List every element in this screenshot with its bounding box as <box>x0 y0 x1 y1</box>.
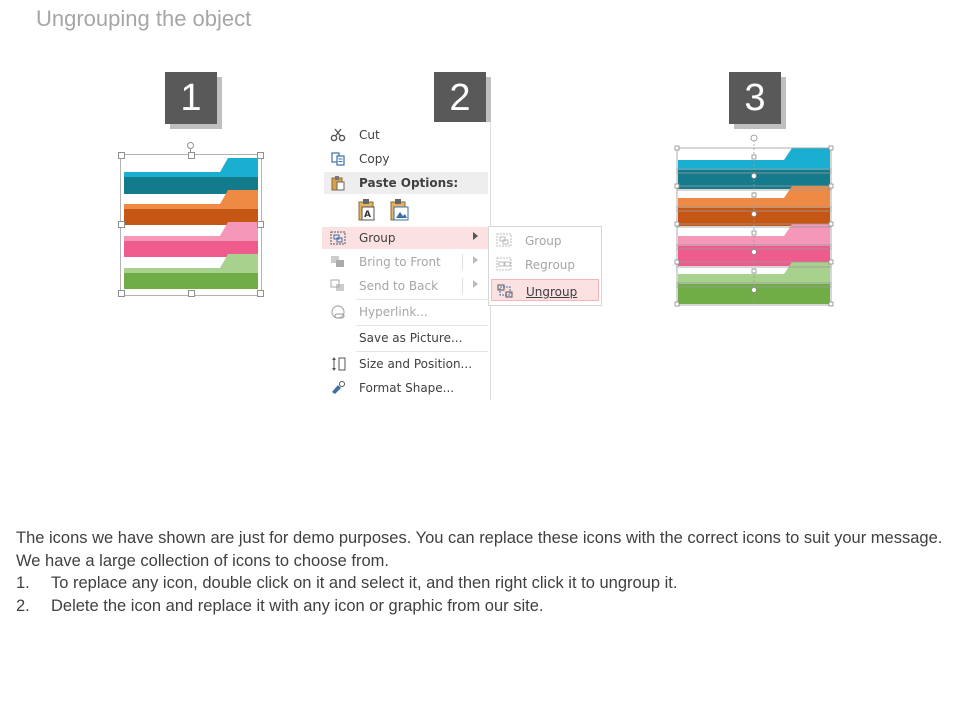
submenu-item-label: Ungroup <box>526 285 578 299</box>
menu-item-send-to-back[interactable]: Send to Back <box>322 275 488 297</box>
resize-handle[interactable] <box>257 152 264 159</box>
intro-paragraph: The icons we have shown are just for dem… <box>16 529 943 570</box>
menu-separator <box>356 325 488 326</box>
menu-separator <box>356 299 488 300</box>
group-icon <box>496 233 512 247</box>
resize-handle[interactable] <box>118 221 125 228</box>
menu-item-label: Hyperlink... <box>359 305 428 319</box>
list-number: 1. <box>16 574 30 592</box>
resize-handle[interactable] <box>188 290 195 297</box>
menu-item-label: Format Shape... <box>359 381 455 395</box>
layered-bars-icon <box>124 158 258 289</box>
paste-keep-text-icon[interactable]: A <box>357 198 379 222</box>
resize-handle[interactable] <box>257 221 264 228</box>
list-item: 1. To replace any icon, double click on … <box>16 572 946 595</box>
hyperlink-icon <box>331 305 345 319</box>
slide-title: Ungrouping the object <box>36 6 252 31</box>
group-submenu: Group Regroup Ungroup <box>488 226 602 306</box>
submenu-item-group[interactable]: Group <box>491 229 599 251</box>
resize-handle[interactable] <box>118 152 125 159</box>
menu-separator <box>356 351 488 352</box>
menu-item-copy[interactable]: Copy <box>322 148 488 170</box>
paste-options-header: Paste Options: <box>324 172 488 194</box>
ungroup-icon <box>497 284 513 298</box>
list-text: Delete the icon and replace it with any … <box>51 596 544 615</box>
paste-options-label: Paste Options: <box>359 176 459 190</box>
resize-handle[interactable] <box>188 152 195 159</box>
copy-icon <box>331 152 345 166</box>
list-item: 2. Delete the icon and replace it with a… <box>16 595 946 618</box>
menu-item-group[interactable]: Group <box>322 227 488 249</box>
menu-item-bring-to-front[interactable]: Bring to Front <box>322 251 488 273</box>
step-badge-1: 1 <box>165 72 217 124</box>
scissors-icon <box>330 128 346 142</box>
paste-icon <box>331 176 345 191</box>
paste-picture-icon[interactable] <box>389 198 411 222</box>
step-badge-3: 3 <box>729 72 781 124</box>
menu-item-label: Bring to Front <box>359 255 441 269</box>
resize-handle[interactable] <box>257 290 264 297</box>
submenu-item-regroup[interactable]: Regroup <box>491 253 599 275</box>
list-number: 2. <box>16 596 30 615</box>
submenu-item-label: Group <box>525 234 562 248</box>
menu-item-format-shape[interactable]: Format Shape... <box>322 377 488 399</box>
resize-handle[interactable] <box>118 290 125 297</box>
step-badge-2: 2 <box>434 72 486 124</box>
context-menu: Cut Copy Paste Options: A Group Bring to… <box>322 122 491 400</box>
menu-item-label: Group <box>359 231 396 245</box>
menu-item-label: Send to Back <box>359 279 439 293</box>
menu-item-label: Size and Position... <box>359 357 473 371</box>
size-position-icon <box>332 357 346 371</box>
menu-item-hyperlink[interactable]: Hyperlink... <box>322 301 488 323</box>
submenu-arrow-icon <box>473 256 478 264</box>
ungrouped-layers-icon <box>674 134 834 307</box>
submenu-item-label: Regroup <box>525 258 576 272</box>
bring-to-front-icon <box>331 256 344 267</box>
split-divider <box>462 278 463 294</box>
menu-item-cut[interactable]: Cut <box>322 124 488 146</box>
list-text: To replace any icon, double click on it … <box>51 574 678 592</box>
submenu-arrow-icon <box>473 280 478 288</box>
split-divider <box>462 254 463 270</box>
instructions-text: The icons we have shown are just for dem… <box>16 527 946 617</box>
group-icon <box>330 231 346 245</box>
submenu-arrow-icon <box>473 232 478 240</box>
green-bar <box>124 273 258 289</box>
svg-text:A: A <box>364 210 371 220</box>
menu-item-save-as-picture[interactable]: Save as Picture... <box>322 327 488 349</box>
menu-item-size-and-position[interactable]: Size and Position... <box>322 353 488 375</box>
regroup-icon <box>496 257 512 271</box>
format-shape-icon <box>332 381 345 394</box>
menu-item-label: Copy <box>359 152 390 166</box>
rotation-handle[interactable] <box>187 142 194 149</box>
send-to-back-icon <box>330 279 344 291</box>
ungrouped-graphic[interactable] <box>674 132 838 308</box>
submenu-item-ungroup[interactable]: Ungroup <box>491 279 599 301</box>
grouped-graphic[interactable] <box>118 140 266 300</box>
menu-item-label: Cut <box>359 128 380 142</box>
menu-item-label: Save as Picture... <box>359 331 463 345</box>
